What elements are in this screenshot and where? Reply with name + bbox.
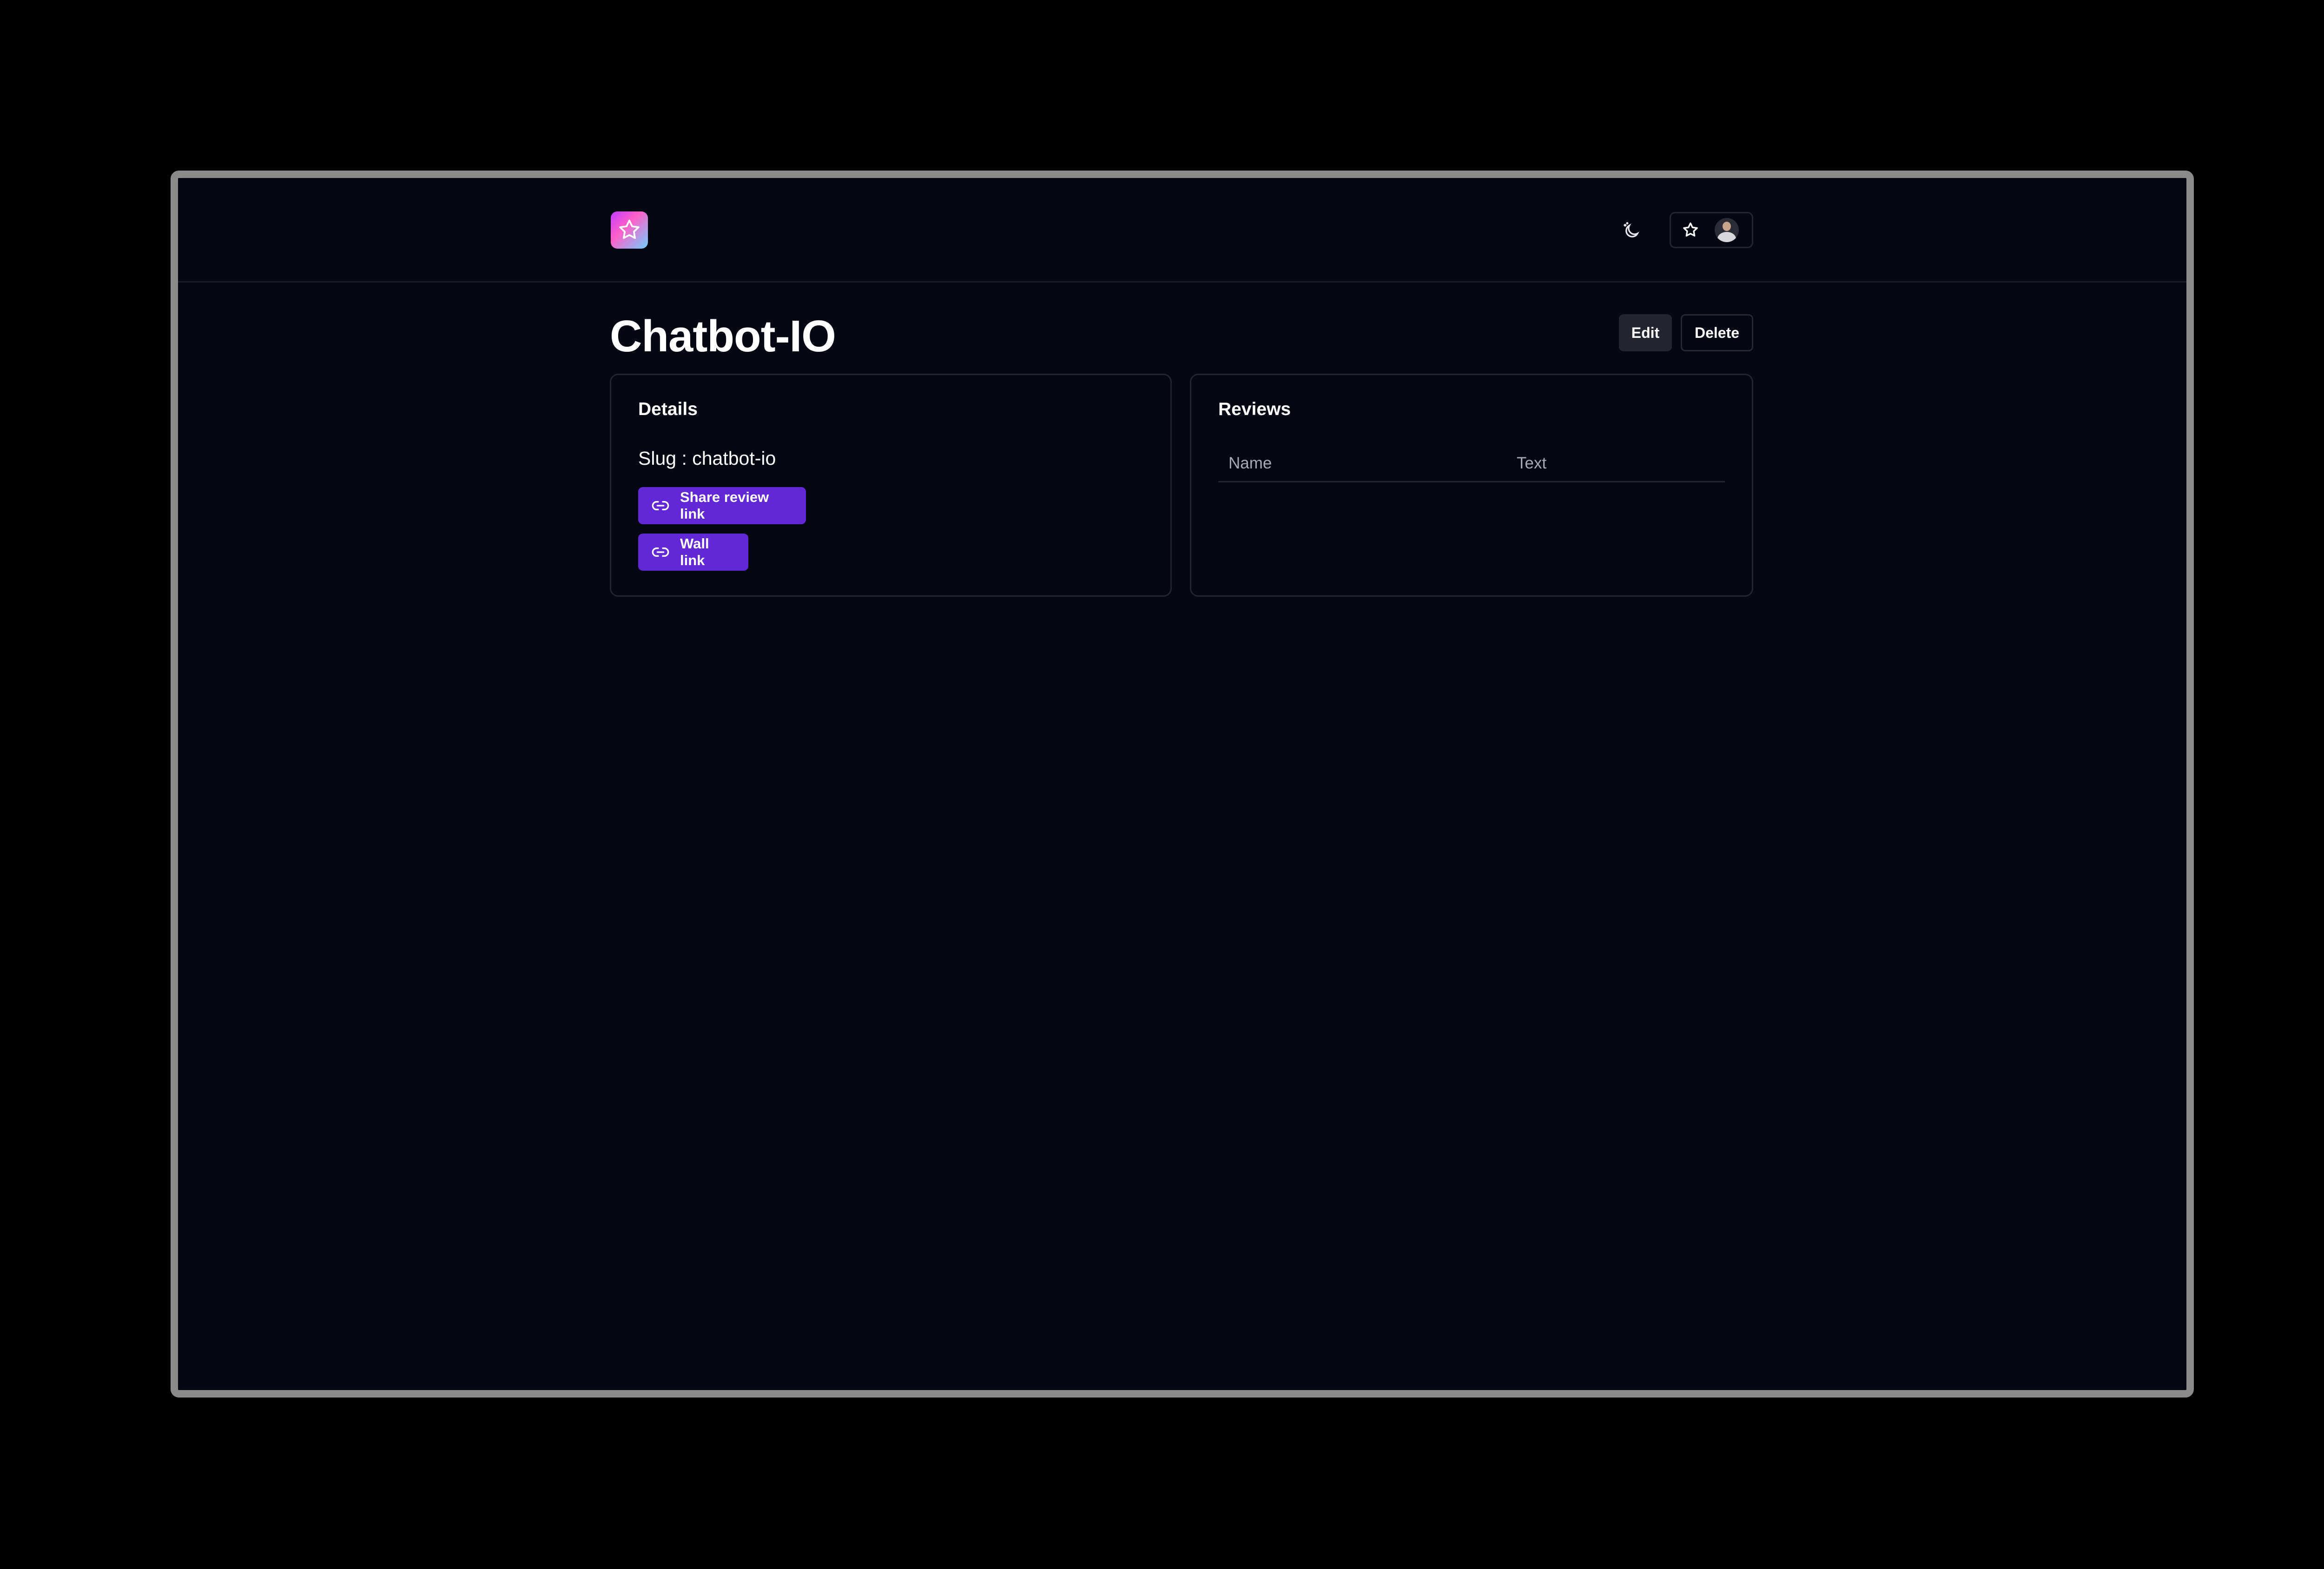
reviews-card-title: Reviews [1218, 399, 1291, 419]
share-review-link-label: Share review link [680, 489, 769, 522]
link-icon [651, 543, 670, 561]
link-icon [651, 496, 670, 515]
reviews-card: Reviews Name Text [1190, 374, 1753, 597]
column-header-name: Name [1218, 454, 1506, 482]
page-title: Chatbot-IO [610, 311, 836, 361]
app-window: Chatbot-IO Edit Delete Details Slug : ch… [171, 171, 2194, 1398]
table-header-row: Name Text [1218, 454, 1725, 482]
details-card: Details Slug : chatbot-io Share review l… [610, 374, 1172, 597]
moon-sun-icon [1624, 222, 1640, 237]
user-menu-button[interactable] [1670, 212, 1753, 248]
share-review-link-button[interactable]: Share review link [638, 487, 806, 524]
star-icon [619, 219, 640, 239]
app-logo[interactable] [611, 211, 648, 249]
avatar [1715, 218, 1739, 242]
details-card-title: Details [638, 399, 698, 419]
wall-link-label: Wall link [680, 535, 709, 568]
reviews-table: Name Text [1218, 454, 1725, 482]
wall-link-button[interactable]: Wall link [638, 534, 748, 571]
star-icon [1681, 221, 1700, 239]
slug-text: Slug : chatbot-io [638, 448, 776, 469]
delete-button[interactable]: Delete [1681, 314, 1753, 351]
column-header-text: Text [1506, 454, 1725, 482]
edit-button[interactable]: Edit [1619, 314, 1672, 351]
top-navbar [178, 178, 2186, 283]
theme-toggle-button[interactable] [1618, 217, 1646, 245]
